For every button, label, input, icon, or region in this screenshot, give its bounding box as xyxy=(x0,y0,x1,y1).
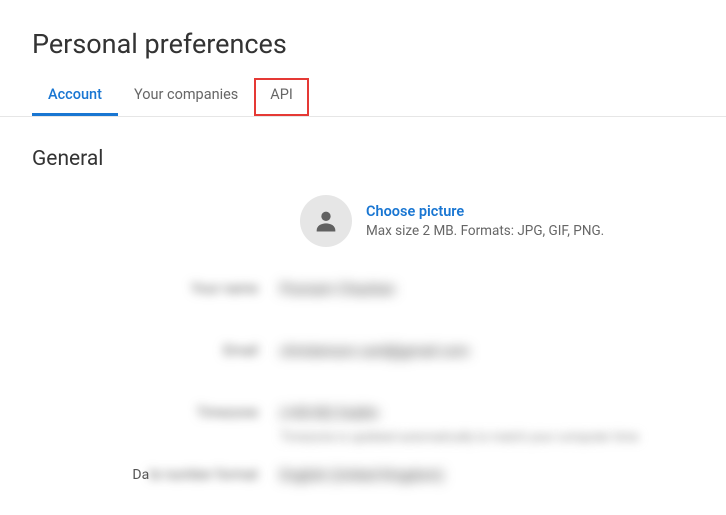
field-row-date-format: Date number format English (United Kingd… xyxy=(0,461,726,511)
fields: Your name Poonam Chauhan Email christens… xyxy=(0,271,726,511)
field-sub-timezone: Timezone is updated automatically to mat… xyxy=(280,430,726,445)
section-title-general: General xyxy=(0,117,726,195)
field-value-timezone[interactable]: (+00:00) Dublin xyxy=(280,399,726,422)
field-row-email: Email christenson.card@gmail.com xyxy=(0,337,726,387)
tabs: Account Your companies API xyxy=(0,78,726,117)
field-value-date-format[interactable]: English (United Kingdom) xyxy=(280,461,726,484)
choose-picture-link[interactable]: Choose picture xyxy=(366,203,604,220)
tab-api[interactable]: API xyxy=(254,78,309,116)
avatar[interactable] xyxy=(300,195,352,247)
field-label-name: Your name xyxy=(0,275,280,297)
field-label-date-format: Date number format xyxy=(0,461,280,483)
tab-account[interactable]: Account xyxy=(32,78,118,116)
page-title: Personal preferences xyxy=(0,0,726,78)
picture-row: Choose picture Max size 2 MB. Formats: J… xyxy=(0,195,726,247)
person-icon xyxy=(312,207,340,235)
field-label-timezone: Timezone xyxy=(0,399,280,421)
field-label-email: Email xyxy=(0,337,280,359)
picture-hint: Max size 2 MB. Formats: JPG, GIF, PNG. xyxy=(366,223,604,239)
tab-your-companies[interactable]: Your companies xyxy=(118,78,254,116)
field-row-name: Your name Poonam Chauhan xyxy=(0,275,726,325)
field-value-name[interactable]: Poonam Chauhan xyxy=(280,275,726,298)
field-value-email[interactable]: christenson.card@gmail.com xyxy=(280,337,726,360)
field-row-timezone: Timezone (+00:00) Dublin Timezone is upd… xyxy=(0,399,726,449)
